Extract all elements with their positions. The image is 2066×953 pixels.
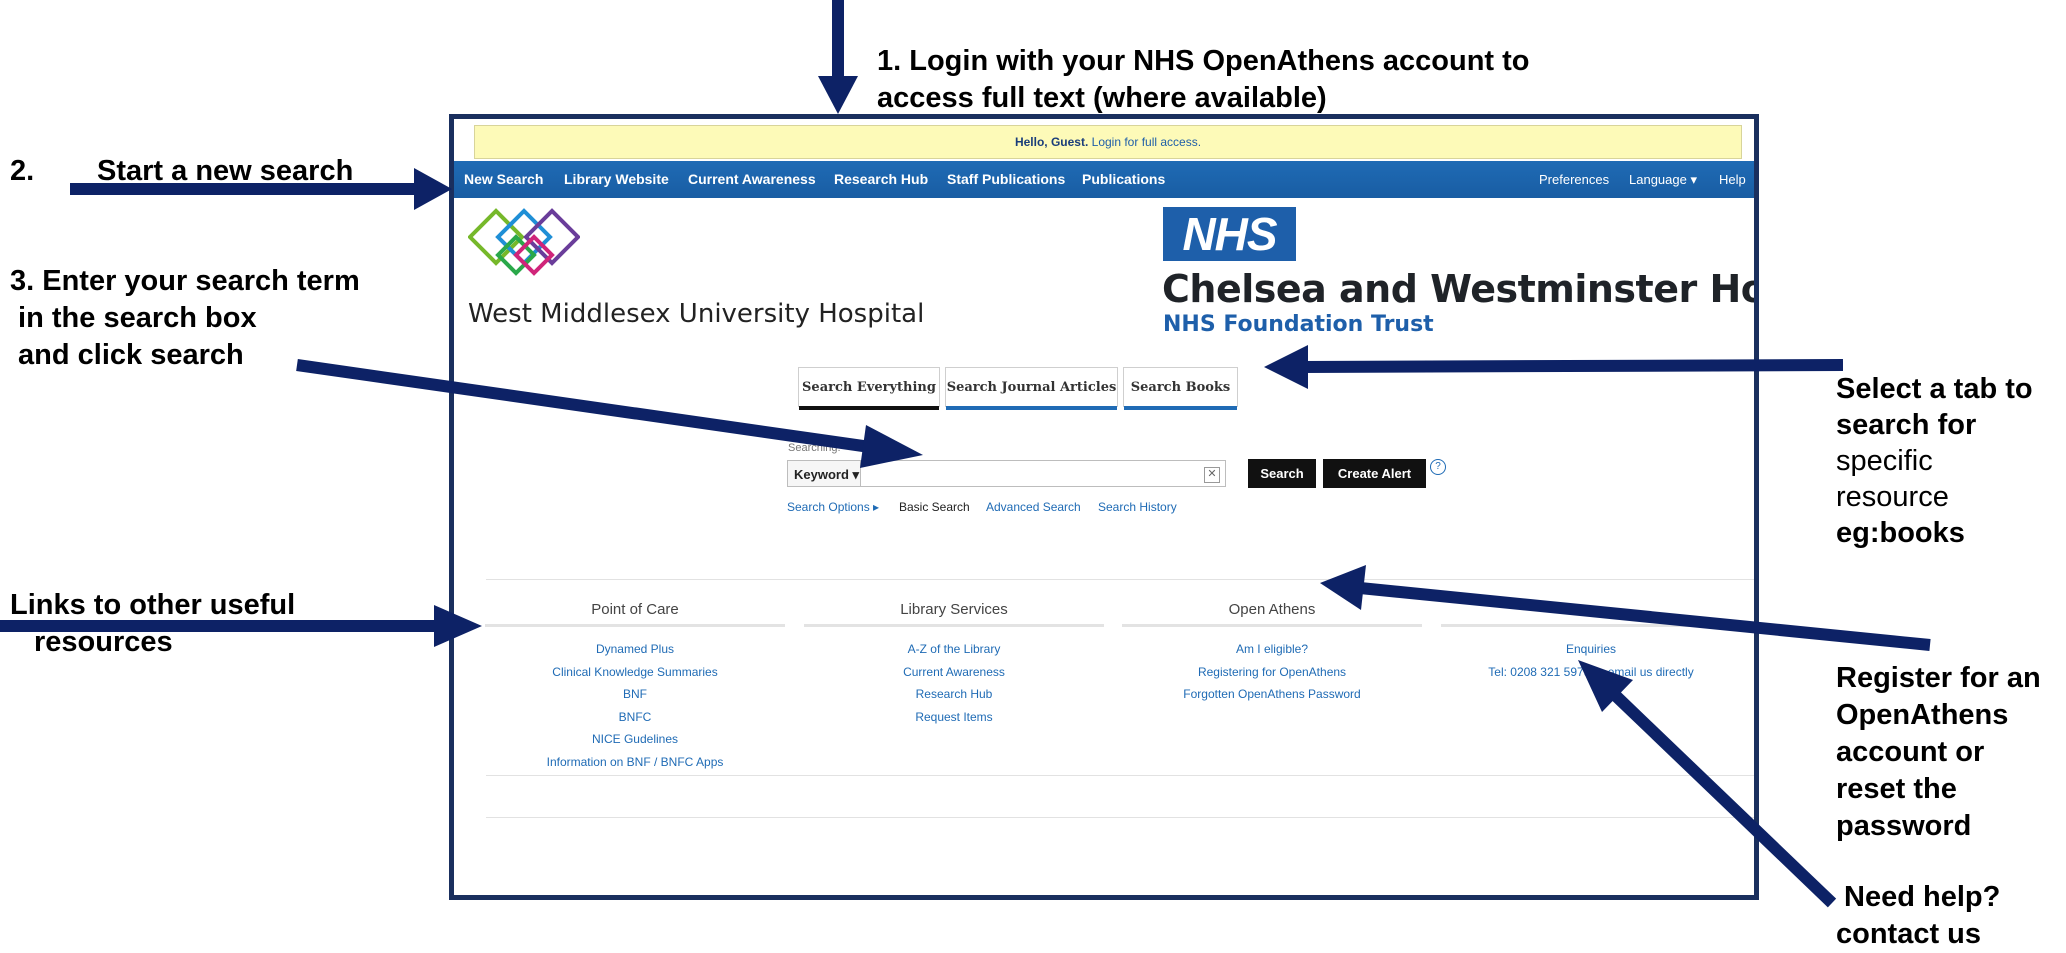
- arrow-tabs-icon: [1264, 345, 1844, 389]
- arrow-open-athens-icon: [1320, 565, 1931, 651]
- arrow-login-icon: [818, 0, 858, 114]
- arrow-search-box-icon: [296, 359, 923, 468]
- arrow-help-icon: [1578, 660, 1837, 908]
- arrow-links-icon: [0, 605, 482, 647]
- annotation-arrows: [0, 0, 1931, 908]
- arrow-new-search-icon: [70, 168, 452, 210]
